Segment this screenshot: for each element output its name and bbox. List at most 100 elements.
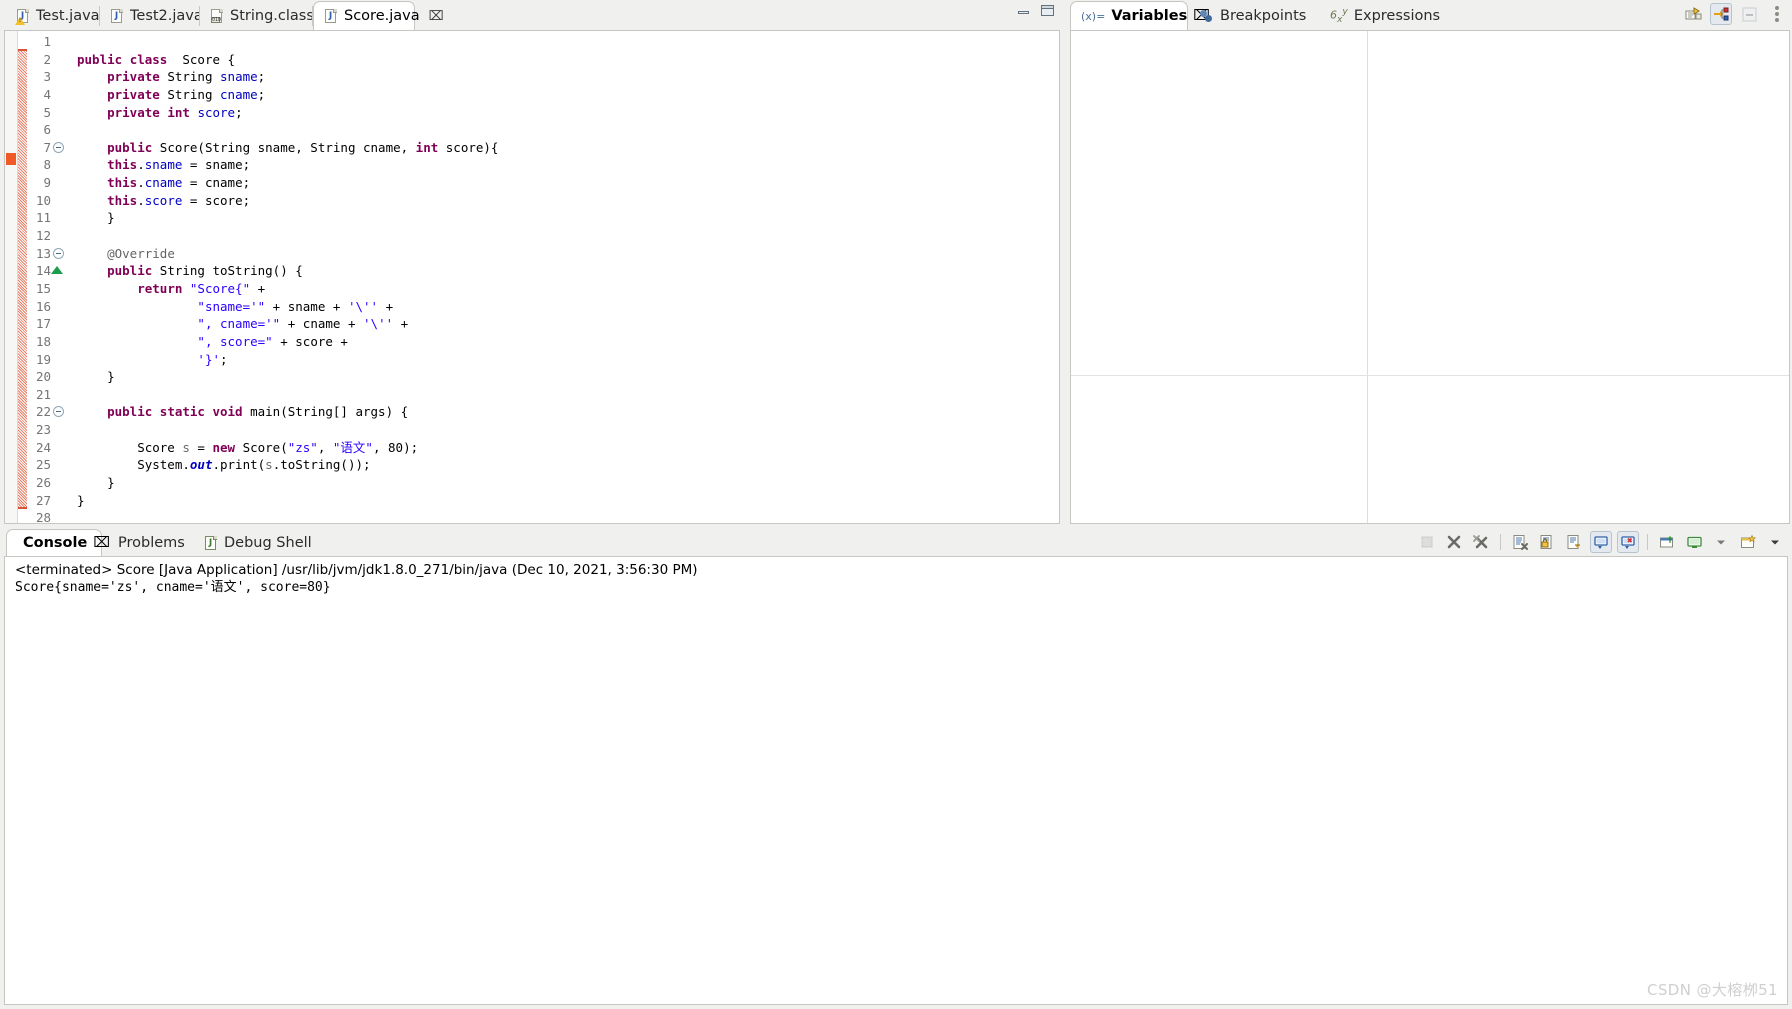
code-token: ", score=" — [197, 333, 273, 349]
tab-variables[interactable]: (x)= Variables ⌧ — [1070, 1, 1210, 30]
code-line[interactable]: 5 private int score; — [27, 104, 1059, 122]
code-line[interactable]: 10 this.score = score; — [27, 192, 1059, 210]
tab-expressions[interactable]: 6xy Expressions — [1320, 1, 1455, 30]
code-line[interactable]: 18 ", score=" + score + — [27, 333, 1059, 351]
code-line[interactable]: 7 public Score(String sname, String cnam… — [27, 139, 1059, 157]
code-line[interactable]: 13 @Override — [27, 245, 1059, 263]
open-console-icon[interactable] — [1737, 531, 1759, 553]
close-icon[interactable]: ⌧ — [429, 9, 444, 24]
fold-collapse-icon[interactable] — [53, 406, 64, 418]
maximize-icon[interactable] — [1041, 5, 1054, 16]
console-output-area[interactable]: <terminated> Score [Java Application] /u… — [4, 556, 1788, 1005]
code-line[interactable]: 12 — [27, 227, 1059, 245]
code-line[interactable]: 22 public static void main(String[] args… — [27, 403, 1059, 421]
code-line[interactable]: 6 — [27, 121, 1059, 139]
overview-marker[interactable] — [6, 153, 16, 165]
override-indicator-icon[interactable] — [51, 266, 63, 275]
code-token: , 80); — [372, 439, 419, 455]
debug-shell-icon: J — [204, 535, 218, 551]
line-number: 6 — [43, 122, 51, 138]
code-token: + sname + — [265, 298, 348, 314]
code-token: "语文" — [332, 439, 373, 455]
code-token: "Score{" — [189, 280, 251, 296]
variables-column-splitter[interactable] — [1367, 31, 1368, 523]
code-scroll-area[interactable]: 1 2 public class Score {3 private String s… — [27, 31, 1059, 523]
view-menu-icon[interactable] — [1766, 3, 1788, 25]
word-wrap-icon[interactable] — [1563, 531, 1585, 553]
code-text: this.cname = cname; — [77, 174, 250, 192]
editor-window-buttons — [1018, 5, 1054, 16]
breakpoints-icon — [1200, 9, 1214, 23]
code-token: String — [167, 86, 221, 102]
minimize-view-icon[interactable] — [1738, 3, 1760, 25]
code-line[interactable]: 28 — [27, 509, 1059, 523]
code-line[interactable]: 20 } — [27, 368, 1059, 386]
debug-view-toolbar — [1682, 3, 1788, 25]
display-selected-console-icon[interactable] — [1683, 531, 1705, 553]
fold-collapse-icon[interactable] — [53, 141, 64, 153]
code-line[interactable]: 8 this.sname = sname; — [27, 156, 1059, 174]
console-tab-bar: Console ⌧ Problems J Debug Shell — [0, 528, 1792, 556]
code-line[interactable]: 25 System.out.print(s.toString()); — [27, 456, 1059, 474]
remove-launch-icon[interactable] — [1443, 531, 1465, 553]
code-token: return — [137, 280, 190, 296]
editor-tab-test2-java[interactable]: J Test2.java — [100, 1, 203, 30]
code-line[interactable]: 21 — [27, 386, 1059, 404]
code-token: private — [107, 104, 168, 120]
collapse-all-icon[interactable] — [1682, 3, 1704, 25]
code-line[interactable]: 15 return "Score{" + — [27, 280, 1059, 298]
debug-tab-bar: (x)= Variables ⌧ Breakpoints 6xy Express… — [1068, 0, 1792, 30]
code-line[interactable]: 4 private String cname; — [27, 86, 1059, 104]
source-code[interactable]: 1 2 public class Score {3 private String s… — [27, 31, 1059, 523]
line-number: 28 — [35, 510, 51, 523]
tab-breakpoints[interactable]: Breakpoints — [1190, 1, 1320, 30]
code-line[interactable]: 27} — [27, 492, 1059, 510]
editor-tab-test-java[interactable]: J ! Test.java — [6, 1, 100, 30]
remove-all-launches-icon[interactable] — [1470, 531, 1492, 553]
code-line[interactable]: 17 ", cname='" + cname + '\'' + — [27, 315, 1059, 333]
tab-console[interactable]: Console ⌧ — [6, 529, 110, 556]
code-line[interactable]: 11 } — [27, 209, 1059, 227]
code-line[interactable]: 3 private String sname; — [27, 68, 1059, 86]
code-token: public — [77, 51, 130, 67]
code-line[interactable]: 2 public class Score { — [27, 51, 1059, 69]
code-token: = score; — [182, 192, 251, 208]
scroll-lock-icon[interactable] — [1536, 531, 1558, 553]
editor-tab-score-java[interactable]: J Score.java ⌧ — [313, 1, 444, 30]
display-selected-console-dropdown-icon[interactable] — [1710, 531, 1732, 553]
overview-ruler[interactable] — [5, 31, 18, 523]
code-line[interactable]: 19 '}'; — [27, 351, 1059, 369]
code-line[interactable]: 23 — [27, 421, 1059, 439]
show-console-on-output-icon[interactable] — [1590, 531, 1612, 553]
terminate-icon[interactable] — [1416, 531, 1438, 553]
line-number: 4 — [43, 86, 51, 102]
code-line[interactable]: 14 public String toString() { — [27, 262, 1059, 280]
console-pane: Console ⌧ Problems J Debug Shell <termin… — [0, 528, 1792, 1009]
change-bar — [18, 49, 27, 509]
pin-console-icon[interactable] — [1656, 531, 1678, 553]
code-line[interactable]: 24 Score s = new Score("zs", "语文", 80); — [27, 439, 1059, 457]
open-console-dropdown-icon[interactable] — [1764, 531, 1786, 553]
code-line[interactable]: 1 — [27, 33, 1059, 51]
show-console-on-error-icon[interactable] — [1617, 531, 1639, 553]
variables-view-body[interactable] — [1070, 30, 1790, 524]
code-token: System. — [77, 457, 190, 473]
tab-debug-shell[interactable]: J Debug Shell — [194, 529, 312, 556]
code-token: ; — [257, 69, 266, 85]
java-file-icon: J — [110, 8, 124, 24]
editor-tab-string-class[interactable]: 010 String.class — [200, 1, 314, 30]
line-number: 8 — [43, 157, 51, 173]
fold-collapse-icon[interactable] — [53, 247, 64, 259]
minimize-icon[interactable] — [1018, 6, 1029, 15]
eclipse-window: J ! Test.java J Test2.java 010 String.cl… — [0, 0, 1792, 1009]
show-logical-structure-icon[interactable] — [1710, 3, 1732, 25]
tab-problems[interactable]: Problems — [102, 529, 194, 556]
variables-detail-splitter[interactable] — [1071, 375, 1789, 376]
clear-console-icon[interactable] — [1509, 531, 1531, 553]
code-text: return "Score{" + — [77, 280, 265, 298]
code-line[interactable]: 26 } — [27, 474, 1059, 492]
code-line[interactable]: 16 "sname='" + sname + '\'' + — [27, 298, 1059, 316]
code-line[interactable]: 9 this.cname = cname; — [27, 174, 1059, 192]
